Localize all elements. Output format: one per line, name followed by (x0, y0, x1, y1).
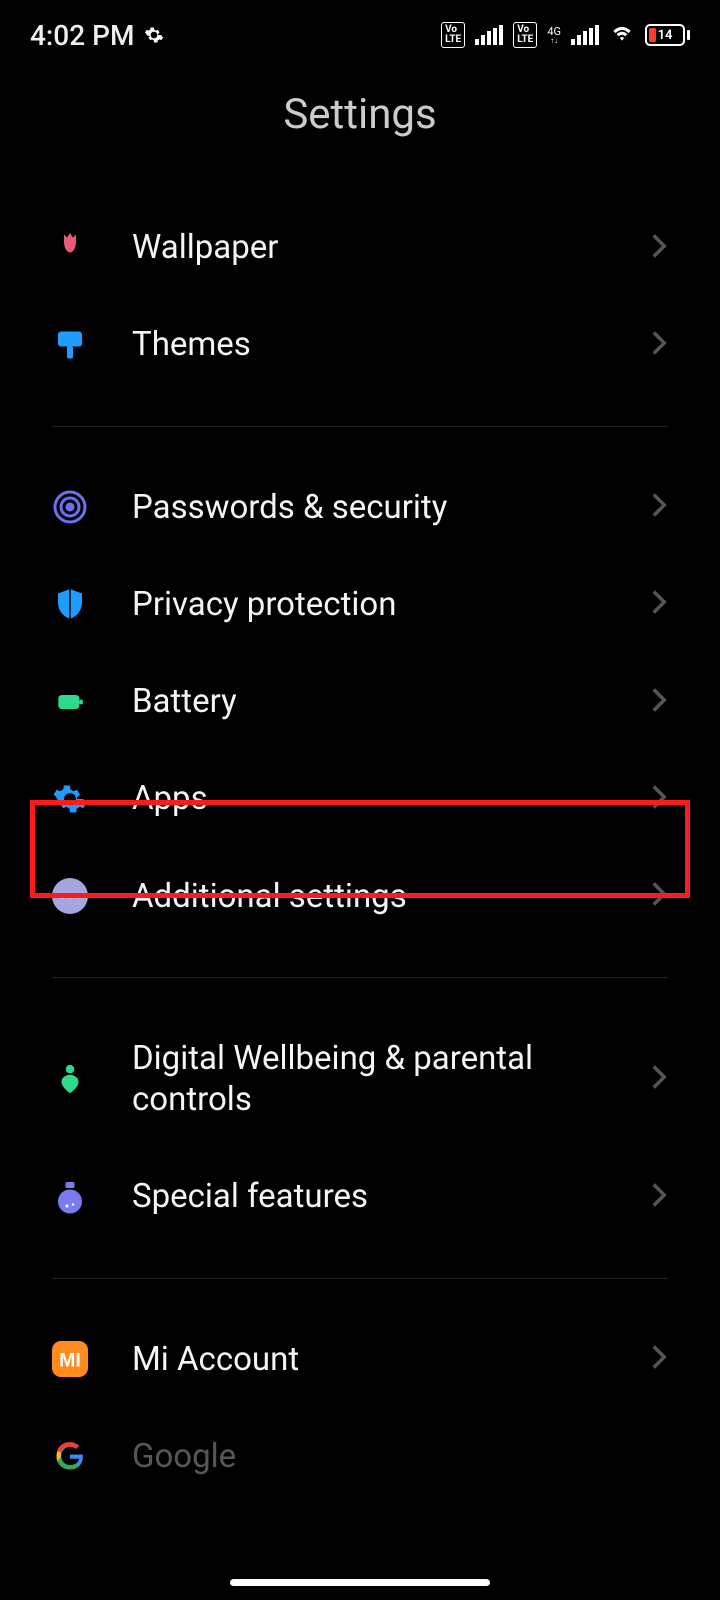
wifi-icon (609, 21, 635, 49)
flask-icon (52, 1179, 88, 1215)
page-title: Settings (0, 90, 720, 139)
google-icon (52, 1438, 88, 1474)
battery-indicator: 14 (645, 24, 690, 46)
chevron-right-icon (650, 588, 668, 620)
gear-icon (144, 19, 164, 52)
dots-icon (52, 878, 88, 914)
fingerprint-icon (52, 489, 88, 525)
row-label: Themes (132, 324, 606, 365)
row-google[interactable]: Google (0, 1408, 720, 1477)
gear-icon (52, 781, 88, 817)
row-label: Special features (132, 1176, 606, 1217)
signal-icon (571, 25, 599, 45)
row-label: Google (132, 1436, 668, 1477)
chevron-right-icon (650, 232, 668, 264)
divider (52, 1278, 668, 1279)
chevron-right-icon (650, 1343, 668, 1375)
row-label: Additional settings (132, 876, 606, 917)
battery-icon (52, 684, 88, 720)
row-wallpaper[interactable]: Wallpaper (0, 199, 720, 296)
divider (52, 426, 668, 427)
volte-icon: VoLTE (513, 22, 537, 48)
row-passwords[interactable]: Passwords & security (0, 459, 720, 556)
status-right: VoLTE VoLTE 4G↑↓ 14 (441, 21, 690, 49)
row-special[interactable]: Special features (0, 1148, 720, 1245)
person-heart-icon (52, 1061, 88, 1097)
svg-text:MI: MI (59, 1350, 81, 1372)
row-label: Wallpaper (132, 227, 606, 268)
volte-icon: VoLTE (441, 22, 465, 48)
row-privacy[interactable]: Privacy protection (0, 556, 720, 653)
row-themes[interactable]: Themes (0, 296, 720, 393)
row-label: Passwords & security (132, 487, 606, 528)
mi-icon: MI (52, 1341, 88, 1377)
row-label: Digital Wellbeing & parental controls (132, 1038, 606, 1121)
chevron-right-icon (650, 329, 668, 361)
tulip-icon (52, 230, 88, 266)
clock: 4:02 PM (30, 19, 134, 52)
status-bar: 4:02 PM VoLTE VoLTE 4G↑↓ 14 (0, 0, 720, 60)
row-wellbeing[interactable]: Digital Wellbeing & parental controls (0, 1010, 720, 1149)
status-left: 4:02 PM (30, 19, 164, 52)
chevron-right-icon (650, 1063, 668, 1095)
chevron-right-icon (650, 783, 668, 815)
chevron-right-icon (650, 491, 668, 523)
row-label: Apps (132, 778, 606, 819)
network-label: 4G↑↓ (547, 26, 561, 45)
shield-icon (52, 586, 88, 622)
chevron-right-icon (650, 880, 668, 912)
chevron-right-icon (650, 686, 668, 718)
row-label: Mi Account (132, 1339, 606, 1380)
row-label: Privacy protection (132, 584, 606, 625)
row-label: Battery (132, 681, 606, 722)
row-apps[interactable]: Apps (0, 750, 720, 847)
signal-icon (475, 25, 503, 45)
row-additional[interactable]: Additional settings (0, 848, 720, 945)
brush-icon (52, 327, 88, 363)
home-indicator[interactable] (230, 1579, 490, 1586)
settings-list: Wallpaper Themes Passwords & security Pr… (0, 199, 720, 1477)
divider (52, 977, 668, 978)
row-miaccount[interactable]: MI Mi Account (0, 1311, 720, 1408)
chevron-right-icon (650, 1181, 668, 1213)
row-battery[interactable]: Battery (0, 653, 720, 750)
